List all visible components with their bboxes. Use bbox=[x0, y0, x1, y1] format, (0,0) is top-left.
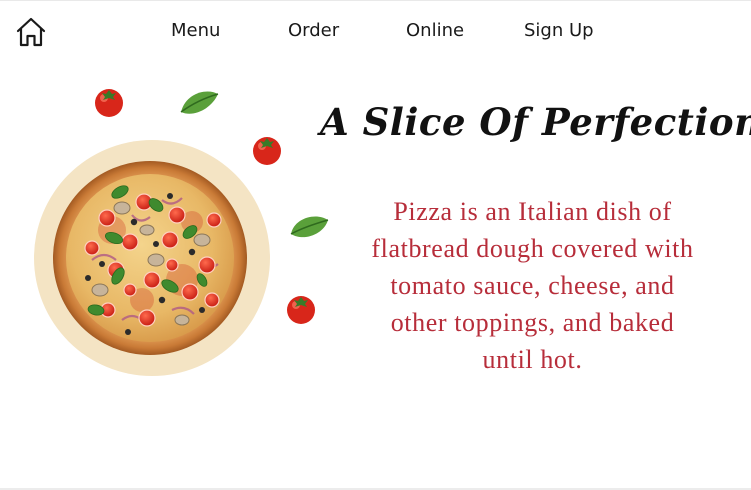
tomato-icon bbox=[251, 134, 283, 171]
tomato-icon bbox=[285, 293, 317, 330]
nav-menu-link[interactable]: Menu bbox=[171, 18, 220, 44]
pizza-image bbox=[52, 160, 248, 356]
basil-leaf-icon bbox=[288, 210, 330, 247]
tomato-icon bbox=[93, 86, 125, 123]
nav-sign-up-link[interactable]: Sign Up bbox=[524, 18, 594, 44]
basil-leaf-icon bbox=[178, 86, 220, 123]
nav-order-link[interactable]: Order bbox=[288, 18, 339, 44]
hero-description: Pizza is an Italian dish of flatbread do… bbox=[371, 197, 694, 374]
top-divider bbox=[0, 0, 751, 1]
nav-online-link[interactable]: Online bbox=[406, 18, 464, 44]
page: Menu Order Online Sign Up A Slice Of Per… bbox=[0, 0, 751, 490]
main-nav: Menu Order Online Sign Up bbox=[0, 18, 751, 44]
page-title: A Slice Of Perfection bbox=[320, 100, 751, 144]
